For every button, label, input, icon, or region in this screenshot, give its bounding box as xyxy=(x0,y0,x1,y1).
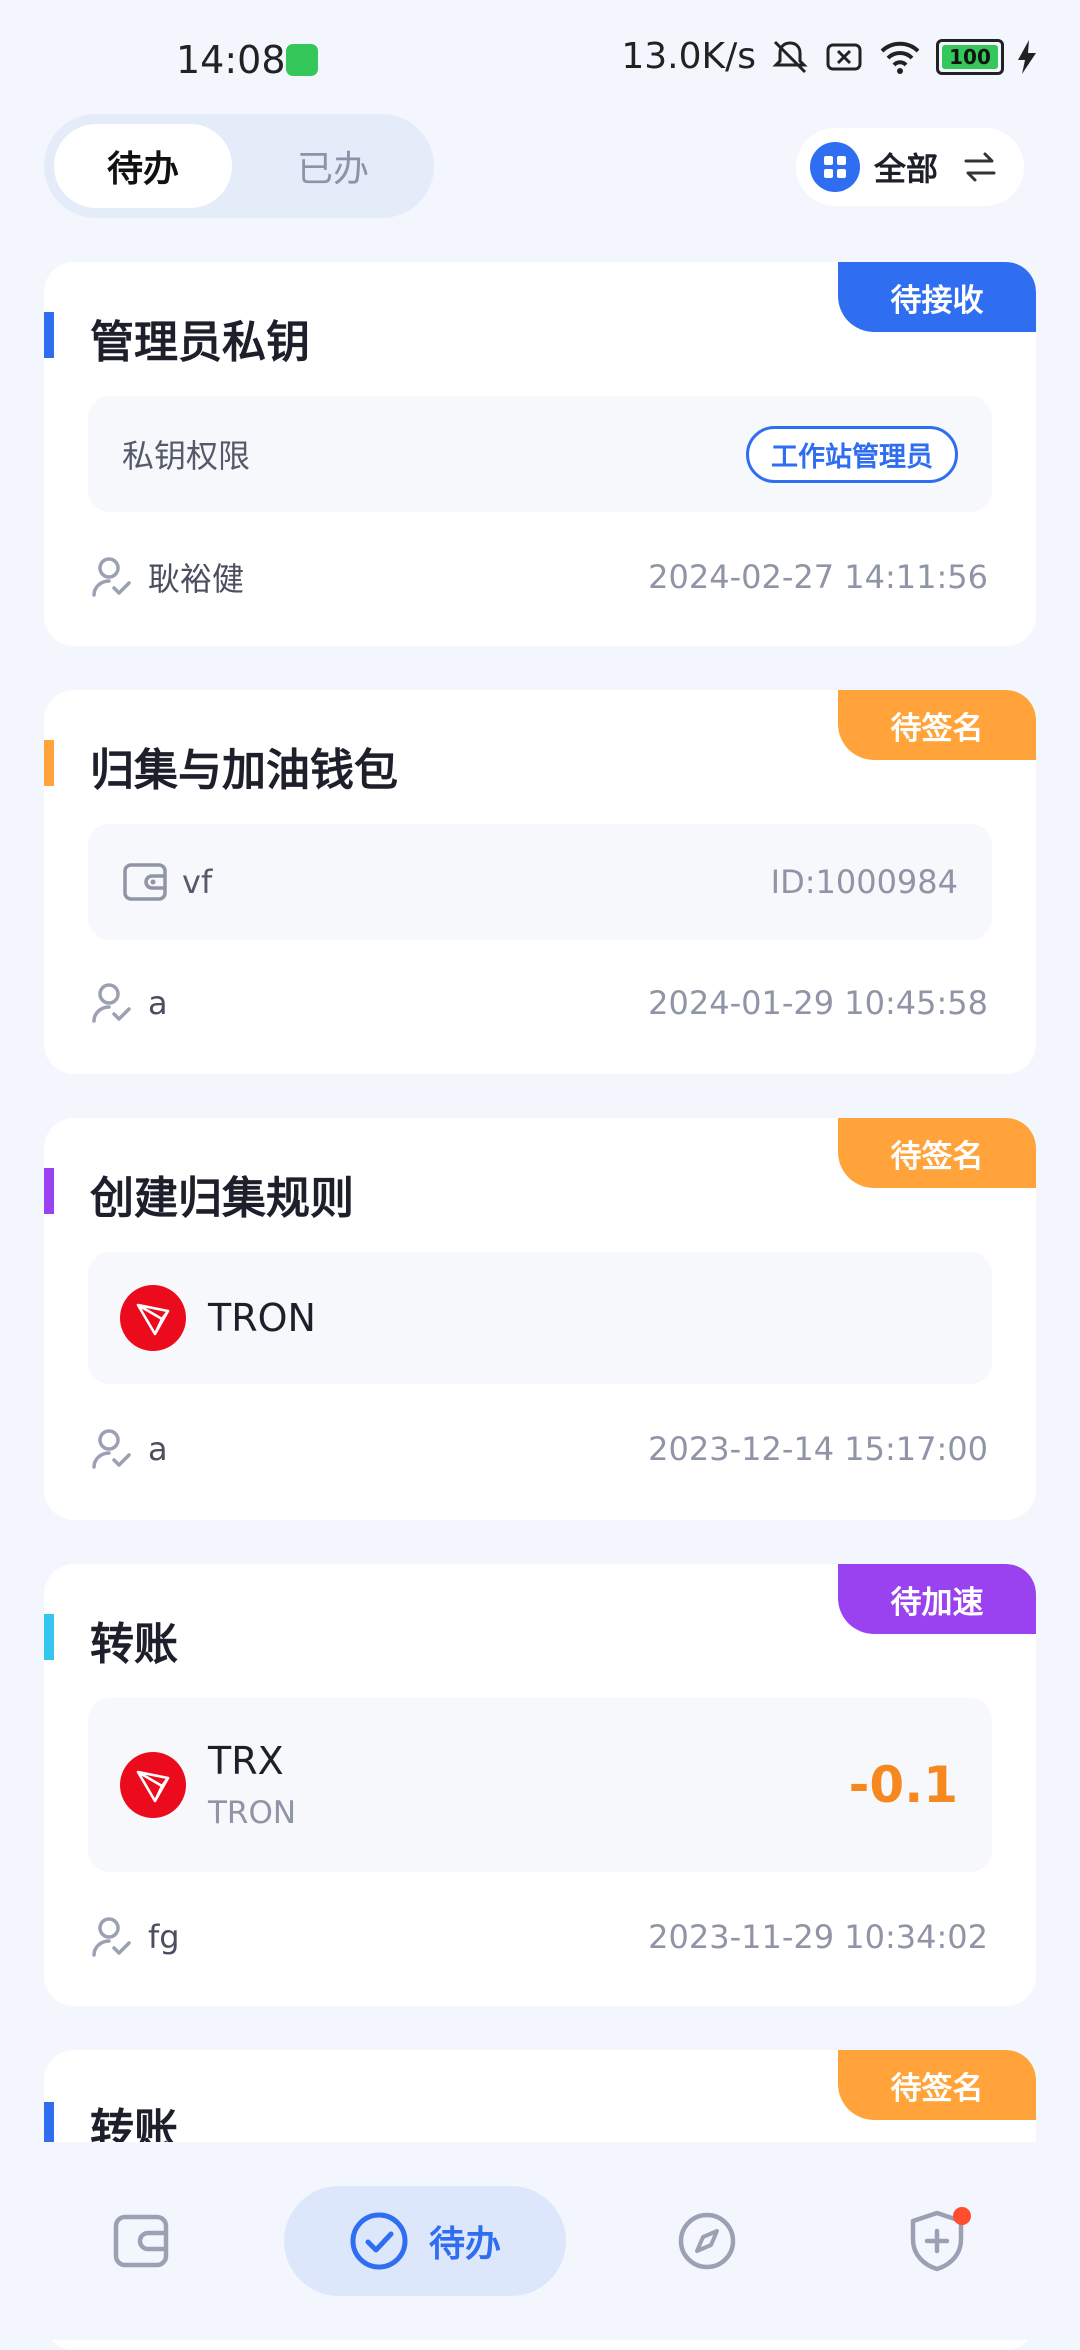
timestamp: 2024-02-27 14:11:56 xyxy=(648,558,988,596)
tron-icon xyxy=(120,1752,186,1818)
task-card[interactable]: 待加速 转账 TRX TRON -0.1 fg 2023-11-29 10:34… xyxy=(44,1564,1036,2006)
card-accent xyxy=(44,1614,54,1660)
swap-icon xyxy=(964,152,996,182)
card-footer: fg 2023-11-29 10:34:02 xyxy=(92,1916,988,1958)
user-check-icon xyxy=(92,1429,131,1469)
wallet-icon xyxy=(113,2214,169,2268)
wifi-icon xyxy=(880,41,920,74)
wallet-name: vf xyxy=(182,863,213,901)
network-speed: 13.0K/s xyxy=(621,36,756,77)
timestamp: 2023-11-29 10:34:02 xyxy=(648,1918,988,1956)
user-name: a xyxy=(148,1430,168,1468)
task-card[interactable]: 待接收 管理员私钥 私钥权限 工作站管理员 耿裕健 2024-02-27 14:… xyxy=(44,262,1036,646)
card-detail: 私钥权限 工作站管理员 xyxy=(88,396,992,512)
card-footer: 耿裕健 2024-02-27 14:11:56 xyxy=(92,554,988,600)
card-title: 归集与加油钱包 xyxy=(90,745,398,796)
status-badge: 待签名 xyxy=(838,1118,1036,1188)
charging-icon xyxy=(1018,39,1036,74)
card-detail: TRX TRON -0.1 xyxy=(88,1698,992,1872)
grid-icon xyxy=(810,142,860,192)
card-accent xyxy=(44,312,54,358)
card-footer: a 2024-01-29 10:45:58 xyxy=(92,982,988,1024)
status-badge: 待签名 xyxy=(838,690,1036,760)
user-name: fg xyxy=(148,1918,180,1956)
todo-check-icon xyxy=(350,2212,408,2270)
card-footer: a 2023-12-14 15:17:00 xyxy=(92,1428,988,1470)
status-badge: 待加速 xyxy=(838,1564,1036,1634)
user-name: a xyxy=(148,984,168,1022)
token-network: TRON xyxy=(208,1795,297,1831)
notification-dot xyxy=(953,2207,971,2225)
tab-done[interactable]: 已办 xyxy=(244,124,422,208)
token-symbol: TRX xyxy=(208,1739,284,1783)
status-badge: 待接收 xyxy=(838,262,1036,332)
status-time: 14:08 xyxy=(176,38,286,82)
user-name: 耿裕健 xyxy=(148,560,245,598)
card-detail: TRON xyxy=(88,1252,992,1384)
nav-wallet[interactable] xyxy=(96,2186,186,2296)
tron-icon xyxy=(120,1285,186,1351)
user-check-icon xyxy=(92,557,131,597)
shield-plus-icon xyxy=(907,2207,971,2273)
compass-icon xyxy=(678,2212,736,2270)
battery-icon: 100 xyxy=(936,38,1004,75)
card-title: 转账 xyxy=(90,1619,178,1670)
token-info: TRX TRON xyxy=(208,1739,296,1831)
status-badge: 待签名 xyxy=(838,2050,1036,2120)
filter-label: 全部 xyxy=(874,150,939,188)
battery-level: 100 xyxy=(949,44,991,69)
user-check-icon xyxy=(92,1917,131,1957)
card-detail: vf ID:1000984 xyxy=(88,824,992,940)
card-title: 管理员私钥 xyxy=(90,317,310,368)
app-notification-icon xyxy=(286,44,318,76)
task-card[interactable]: 待签名 归集与加油钱包 vf ID:1000984 a 2024-01-29 1… xyxy=(44,690,1036,1074)
wallet-icon xyxy=(123,863,167,901)
nav-todo-label: 待办 xyxy=(428,2224,501,2265)
bottom-nav: 待办 xyxy=(0,2142,1080,2340)
chain-name: TRON xyxy=(208,1296,316,1340)
wallet-id: ID:1000984 xyxy=(770,863,958,901)
card-accent xyxy=(44,740,54,786)
transfer-amount: -0.1 xyxy=(848,1756,958,1814)
card-title: 创建归集规则 xyxy=(90,1173,354,1224)
todo-done-switch: 待办 已办 xyxy=(44,114,434,218)
task-card[interactable]: 待签名 创建归集规则 TRON a 2023-12-14 15:17:00 xyxy=(44,1118,1036,1520)
status-bar: 14:08 13.0K/s 100 xyxy=(0,0,1080,120)
user-check-icon xyxy=(92,983,131,1023)
timestamp: 2023-12-14 15:17:00 xyxy=(648,1430,988,1468)
role-tag: 工作站管理员 xyxy=(746,425,958,483)
sim-off-icon xyxy=(826,43,862,70)
status-right: 13.0K/s 100 xyxy=(621,36,1036,77)
detail-label: 私钥权限 xyxy=(122,437,251,475)
timestamp: 2024-01-29 10:45:58 xyxy=(648,984,988,1022)
mute-icon xyxy=(772,40,808,73)
filter-button[interactable]: 全部 xyxy=(796,128,1024,206)
nav-todo[interactable]: 待办 xyxy=(284,2186,566,2296)
tab-todo[interactable]: 待办 xyxy=(54,124,232,208)
nav-security[interactable] xyxy=(892,2186,982,2296)
card-accent xyxy=(44,1168,54,1214)
nav-discover[interactable] xyxy=(662,2186,752,2296)
